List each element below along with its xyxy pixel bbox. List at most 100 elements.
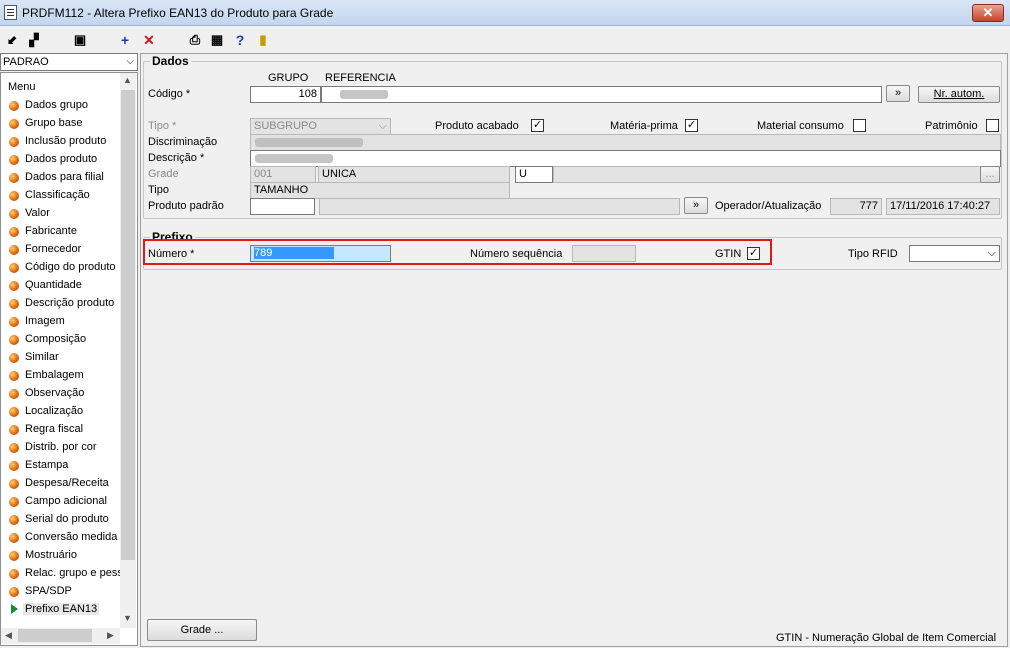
back-arrow-icon[interactable]: ⬋ xyxy=(3,31,21,49)
menu-item[interactable]: Fabricante xyxy=(9,223,127,241)
menu-item[interactable]: Mostruário xyxy=(9,547,127,565)
patrimonio-label: Patrimônio xyxy=(925,120,978,132)
scroll-right-icon[interactable]: ▶ xyxy=(107,630,114,641)
exit-door-icon[interactable]: ▮ xyxy=(254,31,272,49)
menu-item[interactable]: Descrição produto xyxy=(9,295,127,313)
patrimonio-checkbox[interactable] xyxy=(986,119,999,132)
menu-item-label: Código do produto xyxy=(25,261,116,273)
bullet-icon xyxy=(9,155,19,165)
menu-item[interactable]: Distrib. por cor xyxy=(9,439,127,457)
menu-item[interactable]: Despesa/Receita xyxy=(9,475,127,493)
menu-item[interactable]: Composição xyxy=(9,331,127,349)
status-text: GTIN - Numeração Global de Item Comercia… xyxy=(776,632,997,644)
print-icon[interactable]: ⎙ xyxy=(186,31,204,49)
nr-autom-button[interactable]: Nr. autom. xyxy=(918,86,1000,103)
bullet-icon xyxy=(9,191,19,201)
save-icon[interactable]: ▣ xyxy=(71,31,89,49)
menu-item[interactable]: Valor xyxy=(9,205,127,223)
menu-item[interactable]: Dados para filial xyxy=(9,169,127,187)
codigo-label: Código * xyxy=(148,88,191,100)
chevron-down-icon: ⌵ xyxy=(126,56,134,67)
produto-acabado-label: Produto acabado xyxy=(435,120,519,132)
operador-label: Operador/Atualização xyxy=(715,200,822,212)
menu-item[interactable]: Código do produto xyxy=(9,259,127,277)
menu-item-label: Despesa/Receita xyxy=(25,477,109,489)
vertical-scroll-thumb[interactable] xyxy=(121,90,135,560)
bullet-icon xyxy=(9,461,19,471)
menu-item[interactable]: Grupo base xyxy=(9,115,127,133)
delete-icon[interactable]: ✕ xyxy=(140,31,158,49)
bullet-icon xyxy=(9,119,19,129)
scroll-left-icon[interactable]: ◀ xyxy=(5,630,12,641)
menu-item[interactable]: Quantidade xyxy=(9,277,127,295)
bullet-icon xyxy=(9,533,19,543)
menu-item[interactable]: Embalagem xyxy=(9,367,127,385)
menu-item[interactable]: Dados grupo xyxy=(9,97,127,115)
menu-item[interactable]: Imagem xyxy=(9,313,127,331)
menu-item[interactable]: Observação xyxy=(9,385,127,403)
menu-item[interactable]: Regra fiscal xyxy=(9,421,127,439)
menu-item[interactable]: Serial do produto xyxy=(9,511,127,529)
scroll-up-icon[interactable]: ▲ xyxy=(123,75,132,85)
chevron-down-icon: ⌵ xyxy=(987,247,996,259)
menu-item[interactable]: Localização xyxy=(9,403,127,421)
column-referencia: REFERENCIA xyxy=(325,72,396,84)
menu-item[interactable]: Classificação xyxy=(9,187,127,205)
bullet-icon xyxy=(9,371,19,381)
produto-padrao-input[interactable] xyxy=(250,198,315,215)
bullet-icon xyxy=(9,407,19,417)
menu-item-label: Dados para filial xyxy=(25,171,104,183)
produto-padrao-search-button[interactable]: » xyxy=(684,197,708,214)
codigo-search-button[interactable]: » xyxy=(886,85,910,102)
add-icon[interactable]: + xyxy=(116,31,134,49)
dados-title: Dados xyxy=(150,54,191,68)
help-icon[interactable]: ? xyxy=(231,31,249,49)
descricao-input[interactable] xyxy=(250,150,1001,167)
grade-dots-button[interactable]: ... xyxy=(980,166,1000,183)
menu-title: Menu xyxy=(8,81,36,93)
produto-acabado-checkbox[interactable]: ✓ xyxy=(531,119,544,132)
scroll-down-icon[interactable]: ▼ xyxy=(123,613,132,623)
menu-item[interactable]: Fornecedor xyxy=(9,241,127,259)
material-consumo-checkbox[interactable] xyxy=(853,119,866,132)
menu-item-label: Valor xyxy=(25,207,50,219)
menu-item-label: Mostruário xyxy=(25,549,77,561)
menu-item[interactable]: Similar xyxy=(9,349,127,367)
tipo2-label: Tipo xyxy=(148,184,169,196)
menu-item[interactable]: SPA/SDP xyxy=(9,583,127,601)
discriminacao-label: Discriminação xyxy=(148,136,218,148)
menu-item-label: Prefixo EAN13 xyxy=(23,603,100,615)
menu-item-label: Observação xyxy=(25,387,85,399)
grade-u-field: U xyxy=(515,166,553,183)
menu-item-label: Relac. grupo e pess xyxy=(25,567,123,579)
bullet-icon xyxy=(9,515,19,525)
tipo-rfid-select[interactable]: ⌵ xyxy=(909,245,1000,262)
grade-label: Grade xyxy=(148,168,179,180)
menu-item[interactable]: Estampa xyxy=(9,457,127,475)
menu-item[interactable]: Campo adicional xyxy=(9,493,127,511)
close-button[interactable]: ✕ xyxy=(972,4,1004,22)
bullet-icon xyxy=(9,173,19,183)
materia-prima-label: Matéria-prima xyxy=(610,120,678,132)
menu-item[interactable]: Dados produto xyxy=(9,151,127,169)
menu-item[interactable]: Conversão medida xyxy=(9,529,127,547)
menu-item-label: Dados produto xyxy=(25,153,98,165)
tipo-label: Tipo * xyxy=(148,120,177,132)
menu-item[interactable]: Inclusão produto xyxy=(9,133,127,151)
windows-icon[interactable]: ▞ xyxy=(25,31,43,49)
referencia-input[interactable] xyxy=(321,86,882,103)
grupo-input[interactable]: 108 xyxy=(250,86,321,103)
menu-item-label: Localização xyxy=(25,405,84,417)
calendar-icon[interactable]: ▦ xyxy=(208,31,226,49)
menu-item-label: Grupo base xyxy=(25,117,83,129)
menu-item[interactable]: Relac. grupo e pess xyxy=(9,565,127,583)
horizontal-scroll-thumb[interactable] xyxy=(18,629,92,642)
grade-button[interactable]: Grade ... xyxy=(147,619,257,641)
profile-select[interactable]: PADRAO ⌵ xyxy=(0,53,138,71)
tipo-select[interactable]: SUBGRUPO ⌵ xyxy=(250,118,391,135)
menu-item-label: Embalagem xyxy=(25,369,84,381)
materia-prima-checkbox[interactable]: ✓ xyxy=(685,119,698,132)
bullet-icon xyxy=(9,281,19,291)
menu-item[interactable]: Prefixo EAN13 xyxy=(9,601,127,619)
operador-field: 777 xyxy=(830,198,882,215)
